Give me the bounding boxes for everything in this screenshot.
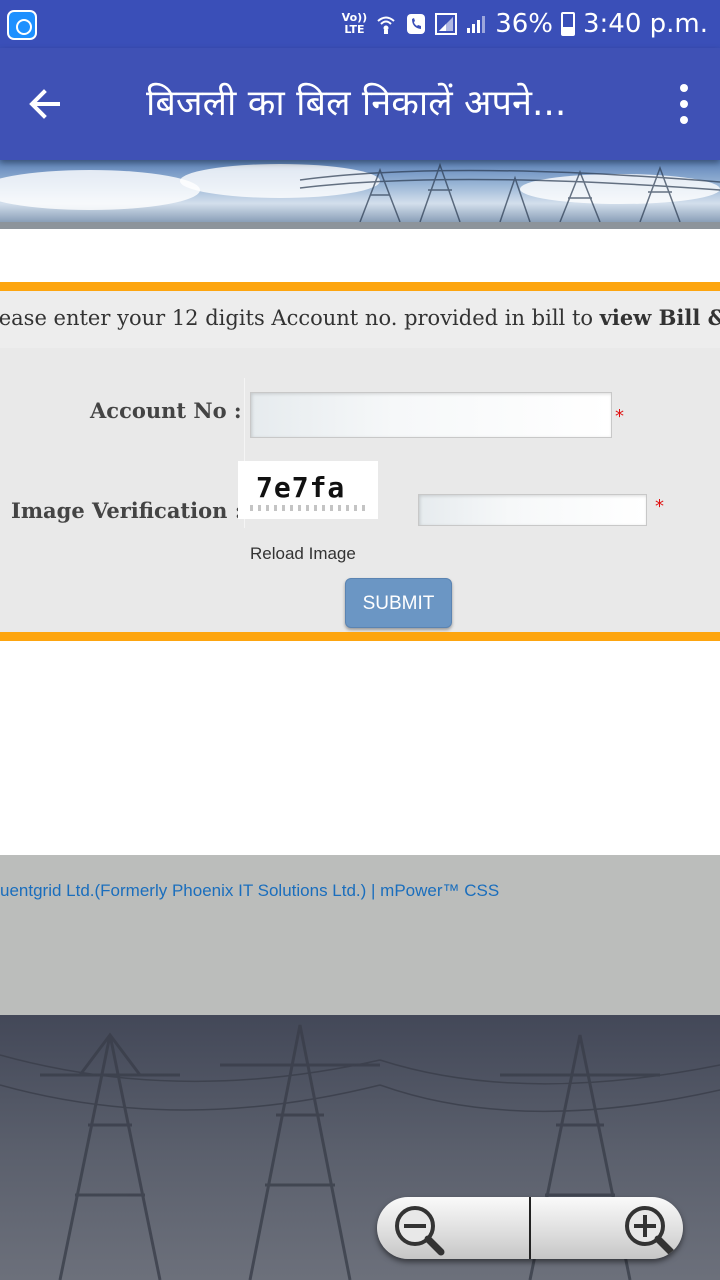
signal-sim1-icon — [435, 13, 458, 35]
footer-link[interactable]: uentgrid Ltd.(Formerly Phoenix IT Soluti… — [0, 881, 499, 901]
image-verification-label: Image Verification : — [11, 498, 243, 523]
reload-image-link[interactable]: Reload Image — [250, 544, 356, 564]
shareit-app-icon — [7, 10, 37, 40]
overflow-menu-button[interactable] — [676, 84, 692, 124]
phone-call-icon — [407, 14, 426, 34]
account-no-input[interactable] — [250, 392, 612, 438]
signal-sim2-icon — [467, 16, 486, 33]
account-no-label: Account No : — [90, 398, 242, 423]
status-bar: Vo)) LTE 36% 3:40 p.m. — [0, 0, 720, 48]
instruction-text: lease enter your 12 digits Account no. p… — [0, 305, 720, 330]
app-toolbar: बिजली का बिल निकालें अपने... — [0, 48, 720, 160]
required-mark: * — [655, 496, 664, 517]
orange-divider-bottom — [0, 632, 720, 641]
captcha-input[interactable] — [418, 494, 647, 526]
page-title: बिजली का बिल निकालें अपने... — [146, 83, 567, 124]
status-icons: Vo)) LTE 36% 3:40 p.m. — [342, 6, 708, 42]
captcha-image: 7e7fa — [238, 461, 378, 519]
banner-divider — [0, 222, 720, 229]
account-form: Account No : * Image Verification : 7e7f… — [0, 348, 720, 632]
instruction-bar: lease enter your 12 digits Account no. p… — [0, 291, 720, 349]
header-banner-image — [0, 160, 720, 222]
clock: 3:40 p.m. — [582, 9, 708, 39]
battery-percent: 36% — [495, 9, 553, 39]
required-mark: * — [615, 406, 624, 427]
zoom-in-icon — [625, 1206, 675, 1256]
power-tower-silhouettes — [299, 162, 720, 222]
back-button[interactable] — [22, 78, 78, 130]
zoom-control — [377, 1197, 683, 1259]
zoom-out-icon — [395, 1206, 445, 1256]
wifi-call-icon — [377, 16, 395, 34]
arrow-left-icon — [29, 89, 60, 119]
footer: uentgrid Ltd.(Formerly Phoenix IT Soluti… — [0, 855, 720, 1015]
submit-button[interactable]: SUBMIT — [345, 578, 452, 628]
orange-divider-top — [0, 282, 720, 291]
volte-indicator: Vo)) LTE — [341, 11, 368, 36]
zoom-out-button[interactable] — [377, 1197, 529, 1259]
zoom-in-button[interactable] — [531, 1197, 683, 1259]
battery-icon — [560, 12, 575, 36]
more-vert-icon — [680, 84, 688, 92]
captcha-text: 7e7fa — [256, 471, 346, 504]
